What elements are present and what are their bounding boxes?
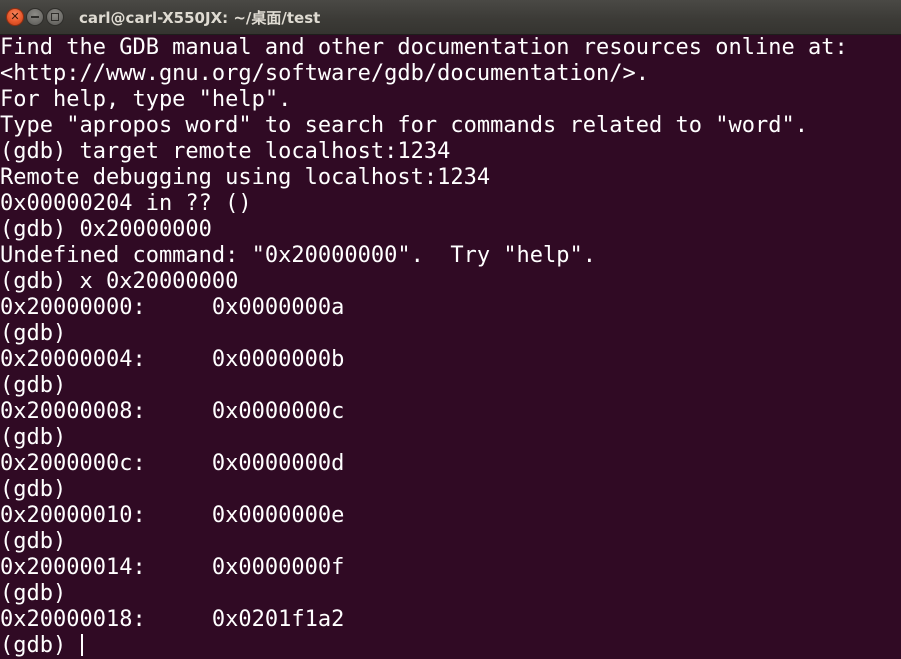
terminal-line: (gdb) xyxy=(0,477,67,502)
terminal-line: 0x20000014: 0x0000000f xyxy=(0,555,345,580)
terminal-line: Type "apropos word" to search for comman… xyxy=(0,113,808,138)
terminal-line: 0x20000010: 0x0000000e xyxy=(0,503,345,528)
maximize-icon xyxy=(51,13,59,21)
minimize-button[interactable] xyxy=(26,8,44,26)
terminal-line: (gdb) xyxy=(0,581,67,606)
window-title: carl@carl-X550JX: ~/桌面/test xyxy=(79,9,321,27)
terminal-line: 0x2000000c: 0x0000000d xyxy=(0,451,345,476)
terminal-line: 0x00000204 in ?? () xyxy=(0,191,252,216)
terminal-line: (gdb) target remote localhost:1234 xyxy=(0,139,451,164)
text-cursor xyxy=(81,634,84,656)
terminal-line: 0x20000008: 0x0000000c xyxy=(0,399,345,424)
title-bar[interactable]: ✕ carl@carl-X550JX: ~/桌面/test xyxy=(0,0,901,35)
terminal-line: <http://www.gnu.org/software/gdb/documen… xyxy=(0,61,650,86)
terminal-window: ✕ carl@carl-X550JX: ~/桌面/test Find the G… xyxy=(0,0,901,659)
close-icon: ✕ xyxy=(10,10,20,23)
prompt-text: (gdb) xyxy=(0,633,80,658)
terminal-line: 0x20000004: 0x0000000b xyxy=(0,347,345,372)
terminal-line: 0x20000018: 0x0201f1a2 xyxy=(0,607,345,632)
command-prompt-line[interactable]: (gdb) xyxy=(0,633,901,659)
terminal-output[interactable]: Find the GDB manual and other documentat… xyxy=(0,35,901,659)
terminal-line: Find the GDB manual and other documentat… xyxy=(0,35,848,60)
terminal-line: 0x20000000: 0x0000000a xyxy=(0,295,345,320)
terminal-line: (gdb) xyxy=(0,321,67,346)
terminal-line: (gdb) xyxy=(0,529,67,554)
minimize-icon xyxy=(31,16,39,18)
terminal-line: For help, type "help". xyxy=(0,87,292,112)
close-button[interactable]: ✕ xyxy=(6,8,24,26)
maximize-button[interactable] xyxy=(46,8,64,26)
terminal-line: (gdb) xyxy=(0,373,67,398)
terminal-line: Undefined command: "0x20000000". Try "he… xyxy=(0,243,597,268)
terminal-line: (gdb) x 0x20000000 xyxy=(0,269,239,294)
terminal-line: (gdb) 0x20000000 xyxy=(0,217,212,242)
terminal-line: Remote debugging using localhost:1234 xyxy=(0,165,491,190)
terminal-line: (gdb) xyxy=(0,425,67,450)
